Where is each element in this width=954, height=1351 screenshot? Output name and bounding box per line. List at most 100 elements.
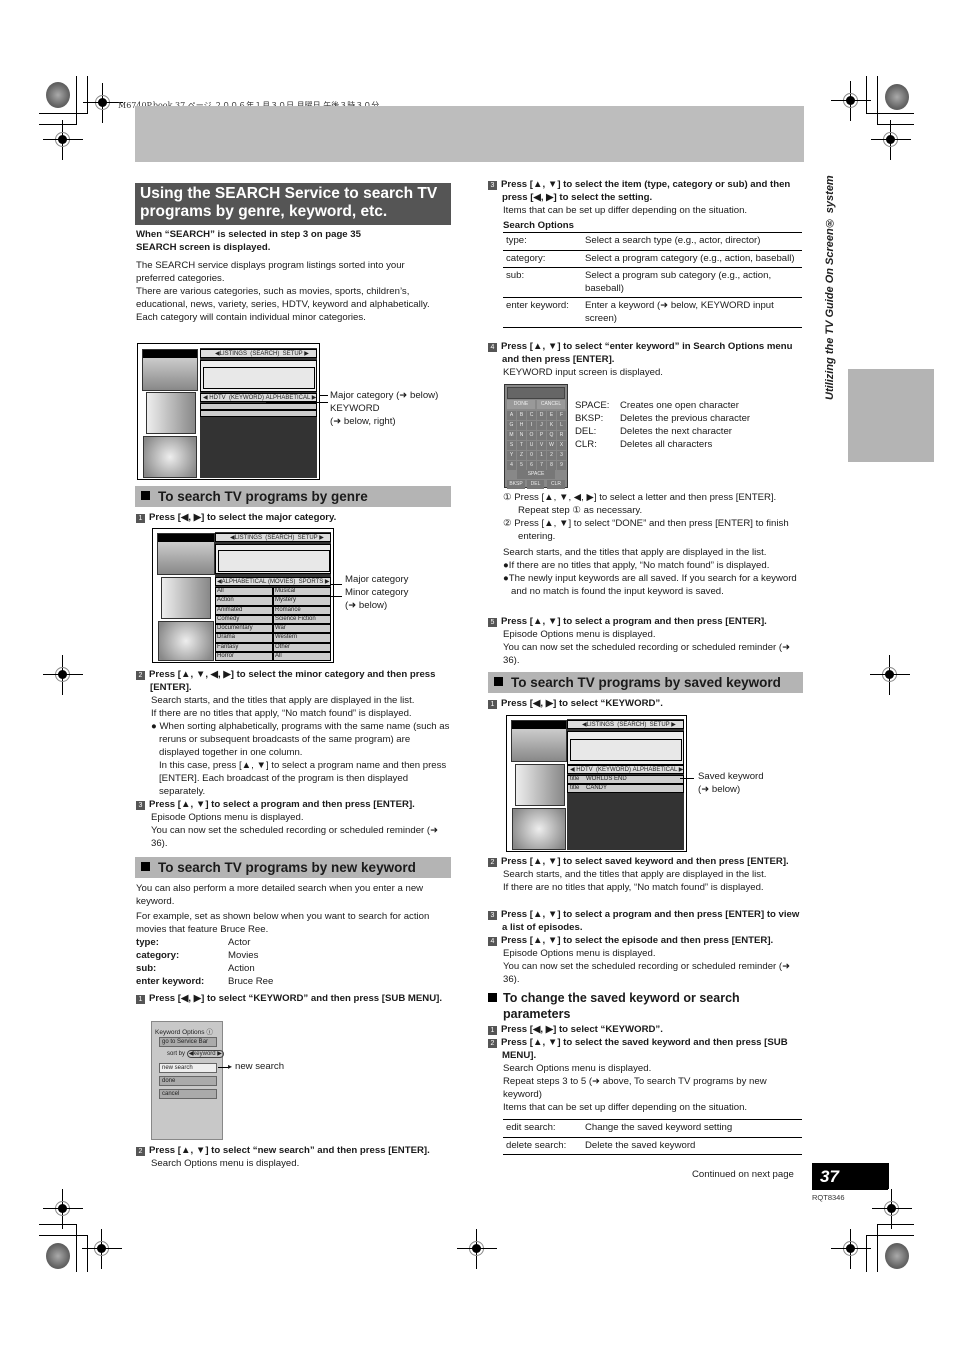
example-key: type:	[136, 937, 159, 948]
keyboard-key[interactable]: 0	[527, 451, 536, 460]
step-number: 3	[488, 911, 497, 920]
keyboard-key[interactable]: J	[537, 421, 546, 430]
minor-category-cell[interactable]: Animated	[215, 605, 273, 615]
step-text: Press [▲, ▼] to select a program and the…	[501, 616, 767, 627]
keyboard-key[interactable]: 2	[547, 451, 556, 460]
keyboard-key[interactable]: 8	[547, 461, 556, 470]
table-value: Select a search type (e.g., actor, direc…	[582, 232, 802, 251]
keyboard-key[interactable]: D	[537, 411, 546, 420]
minor-category-cell[interactable]: Musical	[273, 587, 331, 597]
page-number: 37	[812, 1163, 888, 1190]
square-bullet-icon	[141, 491, 150, 500]
keyboard-key[interactable]: B	[517, 411, 526, 420]
document-code: RQT8346	[812, 1193, 845, 1202]
keyboard-key[interactable]: P	[537, 431, 546, 440]
clr-key[interactable]: CLR	[547, 480, 565, 489]
menu-item-new-search[interactable]: new search	[159, 1063, 217, 1073]
keyboard-key[interactable]: 6	[527, 461, 536, 470]
keyboard-key[interactable]: O	[527, 431, 536, 440]
row-label: title	[570, 785, 580, 791]
minor-category-cell[interactable]: Mystery	[273, 596, 331, 606]
minor-category-cell[interactable]: Comedy	[215, 614, 273, 624]
menu-item-service-bar[interactable]: go to Service Bar	[159, 1037, 217, 1047]
keyboard-key[interactable]: 9	[557, 461, 566, 470]
keyboard-key[interactable]: H	[517, 421, 526, 430]
keyboard-key[interactable]: 3	[557, 451, 566, 460]
menu-item-label: go to Service Bar	[162, 1039, 209, 1045]
keyboard-key[interactable]: 7	[537, 461, 546, 470]
side-tab	[848, 369, 934, 462]
keyboard-key[interactable]: F	[557, 411, 566, 420]
keyboard-key[interactable]: I	[527, 421, 536, 430]
keyboard-key[interactable]: C	[527, 411, 536, 420]
keyboard-key[interactable]: 4	[507, 461, 516, 470]
minor-category-cell[interactable]: War	[273, 624, 331, 634]
keyboard-key[interactable]: S	[507, 441, 516, 450]
step-text: Press [▲, ▼] to select the saved keyword…	[501, 1037, 788, 1061]
example-value: Bruce Ree	[228, 976, 274, 987]
minor-category-cell[interactable]: Fantasy	[215, 642, 273, 652]
minor-category-cell[interactable]: Documentary	[215, 624, 273, 634]
tab-listings: ◀LISTINGS	[582, 722, 614, 728]
bullet-text: In this case, press [▲, ▼] to select a p…	[159, 760, 447, 797]
continued-note: Continued on next page	[692, 1169, 794, 1180]
menu-item-label: done	[162, 1078, 176, 1084]
sort-selector[interactable]: ◀keyword ▶	[186, 1050, 224, 1058]
minor-category-cell[interactable]: Drama	[215, 633, 273, 643]
registration-mark-right-upper	[871, 120, 911, 160]
step-number: 1	[488, 1026, 497, 1035]
genre-step-3: 3 Press [▲, ▼] to select a program and th…	[136, 798, 452, 850]
del-key[interactable]: DEL	[527, 480, 544, 489]
done-button[interactable]: DONE	[507, 400, 535, 409]
registration-mark-left-lower	[43, 1189, 83, 1229]
tab-listings: ◀LISTINGS	[230, 535, 262, 541]
keyboard-key[interactable]: L	[557, 421, 566, 430]
keyboard-key[interactable]: G	[507, 421, 516, 430]
minor-category-cell[interactable]: All	[215, 587, 273, 597]
saved-keyword-row[interactable]: title WORLDS END	[567, 775, 684, 784]
step-body: Episode Options menu is displayed.	[503, 629, 656, 640]
keyboard-key[interactable]: A	[507, 411, 516, 420]
minor-category-cell[interactable]: Other	[273, 642, 331, 652]
keyboard-key[interactable]: E	[547, 411, 556, 420]
keyboard-key[interactable]: 5	[517, 461, 526, 470]
keyboard-key[interactable]: U	[527, 441, 536, 450]
tab-setup: SETUP ▶	[297, 535, 324, 541]
minor-category-cell[interactable]: Action	[215, 596, 273, 606]
keyboard-key[interactable]: V	[537, 441, 546, 450]
keyboard-key[interactable]: W	[547, 441, 556, 450]
cancel-button[interactable]: CANCEL	[537, 400, 565, 409]
keyboard-key[interactable]: T	[517, 441, 526, 450]
callout-saved-keyword-ref: (➜ below)	[698, 784, 741, 795]
minor-category-cell[interactable]: Western	[273, 633, 331, 643]
space-key[interactable]: SPACE	[517, 470, 555, 479]
keyboard-key[interactable]: X	[557, 441, 566, 450]
keyboard-key[interactable]: K	[547, 421, 556, 430]
minor-category-cell[interactable]: Romance	[273, 605, 331, 615]
menu-item-done[interactable]: done	[159, 1076, 217, 1086]
keyboard-key[interactable]: Z	[517, 451, 526, 460]
saved-keyword-row[interactable]: title CANDY	[567, 784, 684, 793]
registration-mark-left-mid	[43, 655, 83, 695]
keyboard-key[interactable]: R	[557, 431, 566, 440]
minor-category-cell[interactable]: All	[273, 651, 331, 661]
minor-category-cell[interactable]: Science Fiction	[273, 614, 331, 624]
step-body: Search starts, and the titles that apply…	[151, 695, 415, 706]
keyboard-key[interactable]: Y	[507, 451, 516, 460]
minor-category-cell[interactable]: Horror	[215, 651, 273, 661]
bksp-key[interactable]: BKSP	[507, 480, 525, 489]
keyboard-key[interactable]: Q	[547, 431, 556, 440]
step-number: 2	[488, 1039, 497, 1048]
menu-item-cancel[interactable]: cancel	[159, 1089, 217, 1099]
callout-saved-keyword: Saved keyword	[698, 771, 764, 782]
keyboard-key[interactable]: M	[507, 431, 516, 440]
registration-mark-right-lower	[872, 1189, 912, 1229]
keyboard-key[interactable]: 1	[537, 451, 546, 460]
step-number: 2	[488, 858, 497, 867]
subheading-change-saved-keyword: To change the saved keyword or search pa…	[488, 990, 788, 1022]
table-key: category:	[503, 250, 582, 268]
step-text: Press [◀, ▶] to select “KEYWORD” and the…	[149, 993, 443, 1004]
page-title: Using the SEARCH Service to search TV pr…	[135, 183, 451, 225]
keyboard-key[interactable]: N	[517, 431, 526, 440]
keyword-input-field[interactable]	[507, 387, 565, 399]
